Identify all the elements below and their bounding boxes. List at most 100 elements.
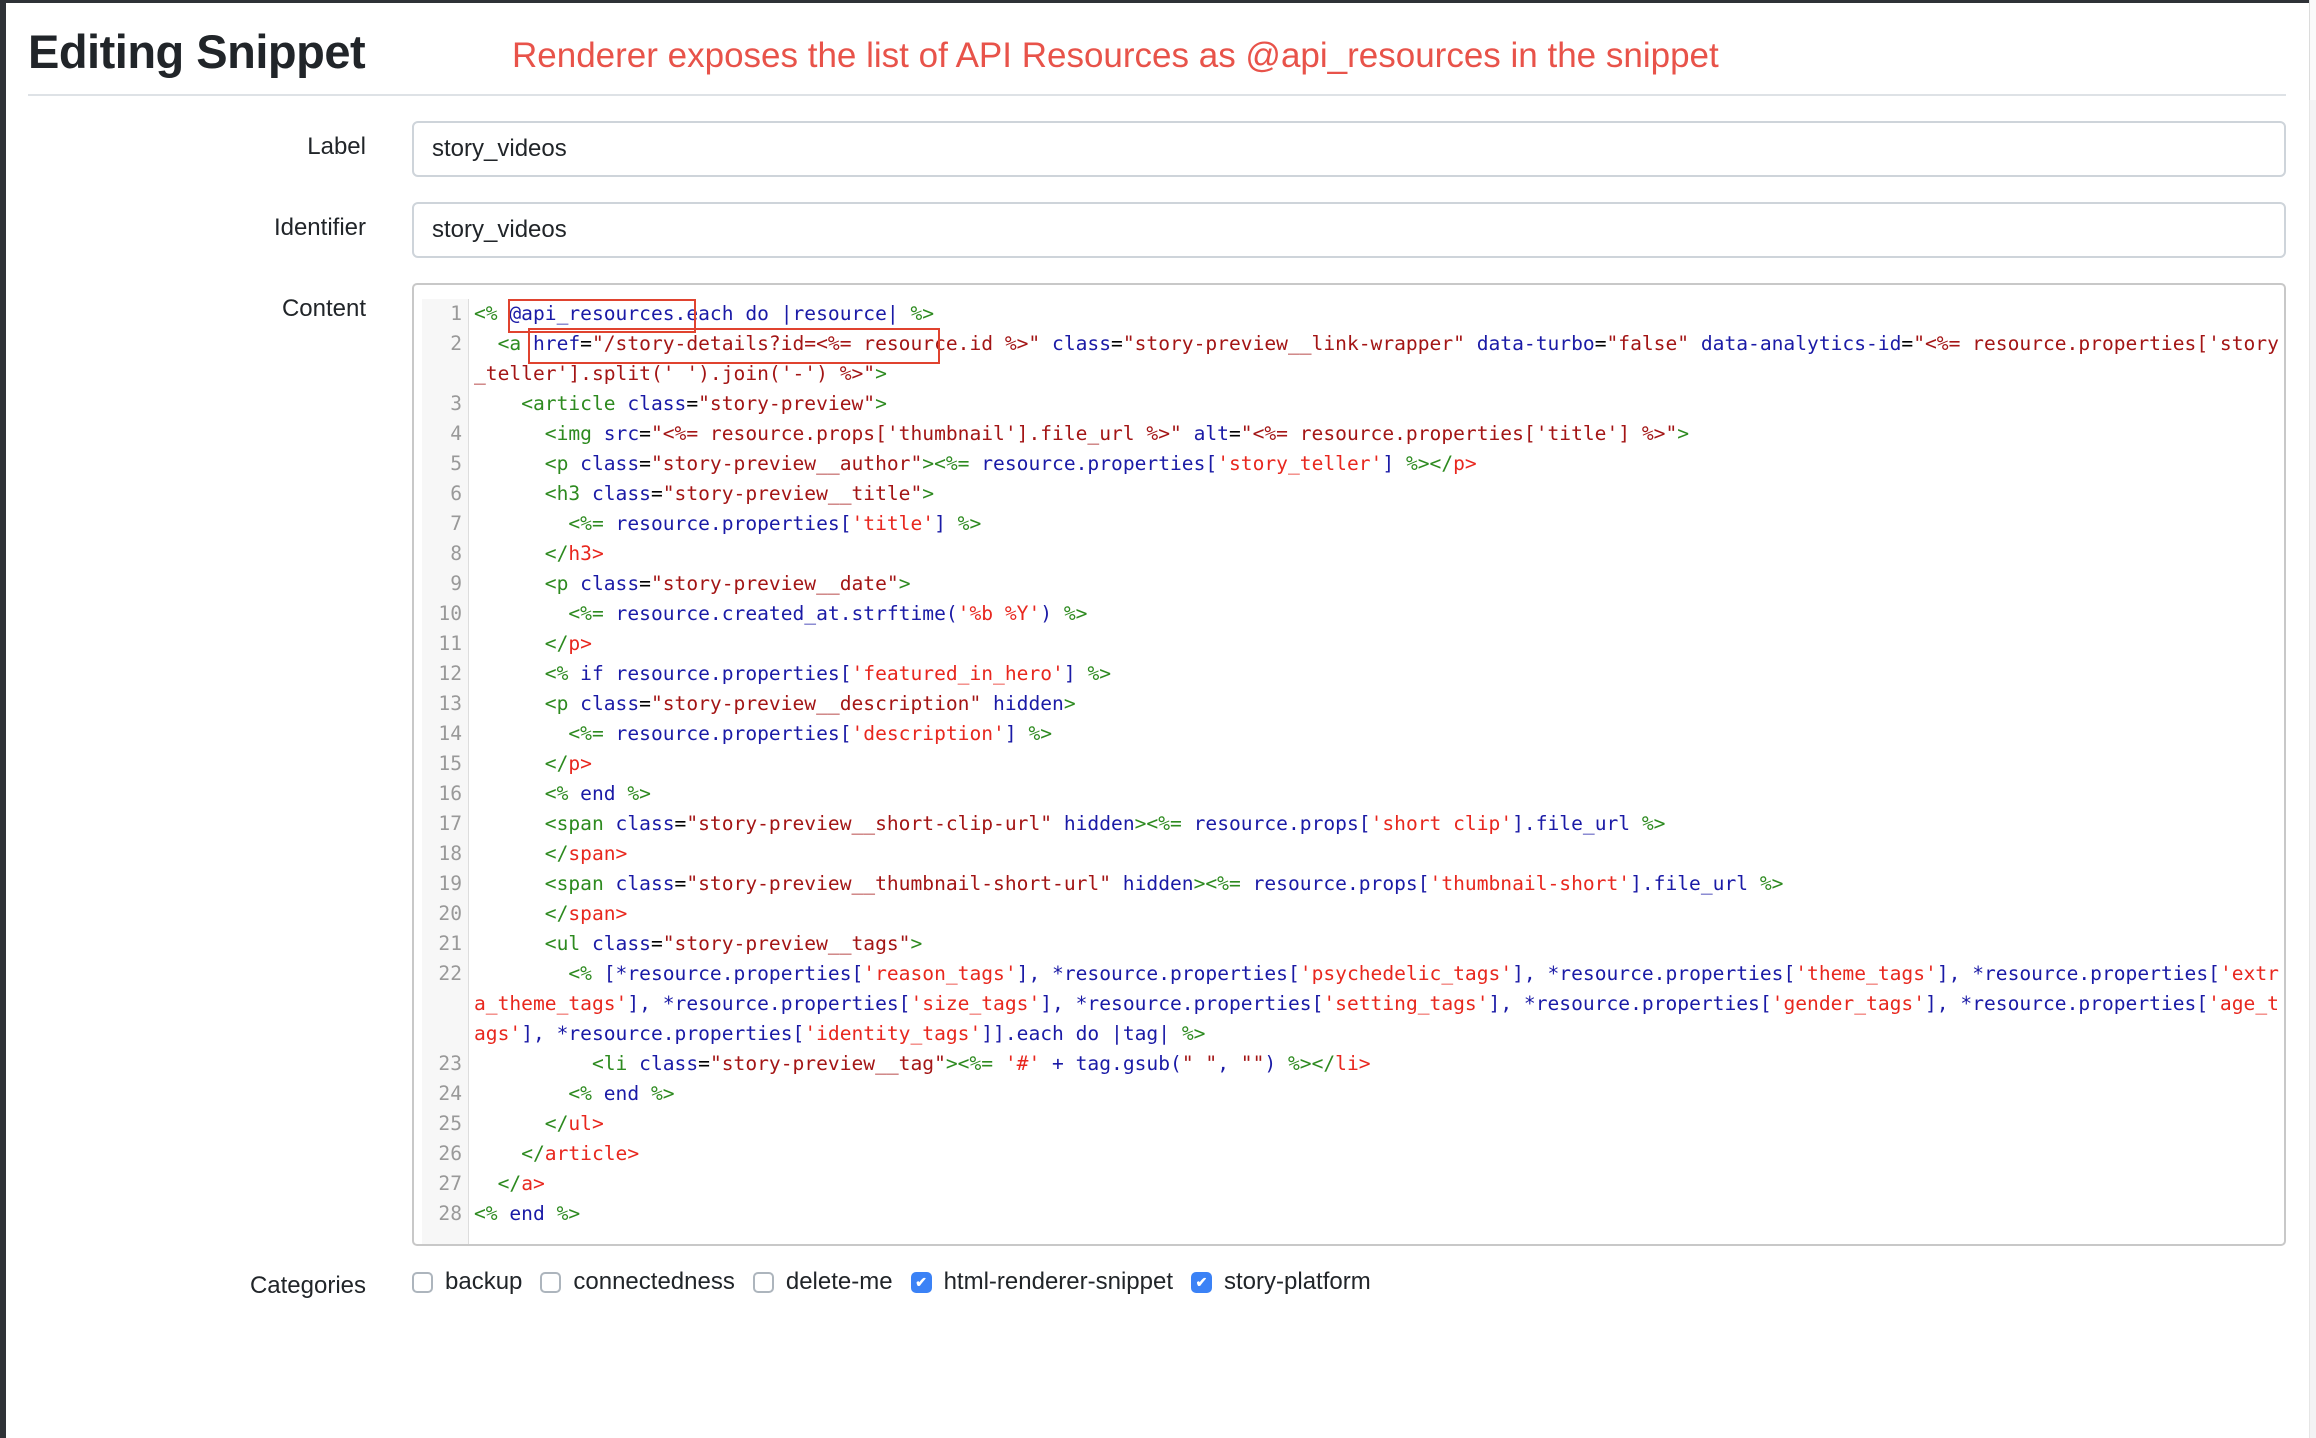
code-token: > bbox=[945, 1052, 958, 1075]
code-line[interactable]: 19 <span class="story-preview__thumbnail… bbox=[422, 869, 2284, 899]
code-token: %> bbox=[1641, 812, 1666, 835]
code-token: "story-preview__thumbnail-short-url" bbox=[686, 872, 1112, 895]
code-token: = bbox=[580, 332, 592, 355]
code-token: </ bbox=[497, 1172, 522, 1195]
code-token: 'thumbnail-short' bbox=[1429, 872, 1631, 895]
line-number: 4 bbox=[450, 422, 462, 445]
line-number: 17 bbox=[438, 812, 462, 835]
code-token: resource.properties[ bbox=[603, 512, 852, 535]
code-token: ].file_url bbox=[1630, 872, 1760, 895]
code-line[interactable]: 15 </p> bbox=[422, 749, 2284, 779]
code-line[interactable]: 27 </a> bbox=[422, 1169, 2284, 1199]
code-token: %> bbox=[957, 512, 982, 535]
code-line[interactable]: 6 <h3 class="story-preview__title"> bbox=[422, 479, 2284, 509]
code-line[interactable]: 9 <p class="story-preview__date"> bbox=[422, 569, 2284, 599]
code-token: "story-preview__author" bbox=[650, 452, 923, 475]
label-input[interactable] bbox=[412, 121, 2286, 177]
code-token: %> bbox=[910, 302, 935, 325]
code-token: hidden bbox=[1052, 812, 1135, 835]
code-line[interactable]: 1 <% @api_resources.each do |resource| %> bbox=[422, 299, 2284, 329]
identifier-input[interactable] bbox=[412, 202, 2286, 258]
code-token: class bbox=[568, 452, 640, 475]
code-line[interactable]: 13 <p class="story-preview__description"… bbox=[422, 689, 2284, 719]
code-text: <span class="story-preview__short-clip-u… bbox=[468, 809, 2284, 839]
code-line[interactable]: 3 <article class="story-preview"> bbox=[422, 389, 2284, 419]
code-text: <% end %> bbox=[468, 779, 2284, 809]
code-line[interactable]: 23 <li class="story-preview__tag"><%= '#… bbox=[422, 1049, 2284, 1079]
code-token: </ bbox=[544, 1112, 569, 1135]
code-token: = bbox=[1901, 332, 1914, 355]
checkbox-unchecked-icon[interactable] bbox=[412, 1271, 433, 1293]
code-line[interactable]: 20 </span> bbox=[422, 899, 2284, 929]
code-token: > bbox=[910, 932, 923, 955]
code-line[interactable]: 22 <% [*resource.properties['reason_tags… bbox=[422, 959, 2284, 1049]
code-line[interactable]: 28 <% end %> bbox=[422, 1199, 2284, 1229]
code-token: 'setting_tags' bbox=[1323, 992, 1489, 1015]
code-text: </span> bbox=[468, 839, 2284, 869]
category-checkbox-html-renderer-snippet[interactable]: ✔ html-renderer-snippet bbox=[910, 1268, 1173, 1296]
code-token: > bbox=[898, 572, 911, 595]
code-line[interactable]: 14 <%= resource.properties['description'… bbox=[422, 719, 2284, 749]
code-text: <img src="<%= resource.props['thumbnail'… bbox=[468, 419, 2284, 449]
checkbox-checked-icon[interactable]: ✔ bbox=[1191, 1271, 1213, 1293]
code-token: "story-preview__short-clip-url" bbox=[686, 812, 1053, 835]
code-token: <% bbox=[544, 662, 569, 685]
code-token: ul> bbox=[568, 1112, 604, 1135]
category-checkbox-connectedness[interactable]: connectedness bbox=[540, 1268, 735, 1296]
code-token: = bbox=[650, 932, 663, 955]
code-text: <h3 class="story-preview__title"> bbox=[468, 479, 2284, 509]
category-checkbox-story-platform[interactable]: ✔ story-platform bbox=[1191, 1268, 1371, 1296]
code-line[interactable]: 5 <p class="story-preview__author"><%= r… bbox=[422, 449, 2284, 479]
code-token: hidden bbox=[1111, 872, 1194, 895]
code-line[interactable]: 12 <% if resource.properties['featured_i… bbox=[422, 659, 2284, 689]
code-token: ]].each do |tag| bbox=[981, 1022, 1182, 1045]
code-line[interactable]: 2 <a href="/story-details?id=<%= resourc… bbox=[422, 329, 2284, 389]
code-token: </ bbox=[1311, 1052, 1336, 1075]
editor-code-area[interactable]: 1 <% @api_resources.each do |resource| %>… bbox=[422, 299, 2284, 1244]
code-line[interactable]: 4 <img src="<%= resource.props['thumbnai… bbox=[422, 419, 2284, 449]
code-token: <%= bbox=[1146, 812, 1182, 835]
code-text: </p> bbox=[468, 629, 2284, 659]
code-line[interactable]: 8 </h3> bbox=[422, 539, 2284, 569]
code-line[interactable]: 10 <%= resource.created_at.strftime('%b … bbox=[422, 599, 2284, 629]
code-token: = bbox=[639, 422, 651, 445]
code-line[interactable]: 18 </span> bbox=[422, 839, 2284, 869]
code-line[interactable]: 25 </ul> bbox=[422, 1109, 2284, 1139]
line-number: 13 bbox=[438, 692, 462, 715]
code-line[interactable]: 16 <% end %> bbox=[422, 779, 2284, 809]
category-checkbox-delete-me[interactable]: delete-me bbox=[752, 1268, 893, 1296]
code-token: p> bbox=[568, 632, 592, 655]
code-line[interactable]: 21 <ul class="story-preview__tags"> bbox=[422, 929, 2284, 959]
page-scrollbar-thumb[interactable] bbox=[2309, 0, 2316, 100]
code-token: '%b %Y' bbox=[957, 602, 1041, 625]
line-number: 25 bbox=[438, 1112, 462, 1135]
code-line[interactable]: 26 </article> bbox=[422, 1139, 2284, 1169]
code-token: <img bbox=[544, 422, 592, 445]
code-token: end bbox=[497, 1202, 557, 1225]
code-text: </h3> bbox=[468, 539, 2284, 569]
category-checkbox-backup[interactable]: backup bbox=[412, 1268, 522, 1296]
code-token: p> bbox=[568, 752, 592, 775]
code-token: 'gender_tags' bbox=[1771, 992, 1926, 1015]
checkbox-unchecked-icon[interactable] bbox=[540, 1271, 562, 1293]
content-code-editor[interactable]: 1 <% @api_resources.each do |resource| %>… bbox=[412, 283, 2286, 1246]
code-line[interactable]: 17 <span class="story-preview__short-cli… bbox=[422, 809, 2284, 839]
categories-checkbox-group: backup connectedness delete-me ✔ html-render… bbox=[412, 1268, 1389, 1296]
annotation-note: Renderer exposes the list of API Resourc… bbox=[512, 36, 1719, 75]
code-token: > bbox=[875, 362, 887, 385]
code-token: <% bbox=[474, 302, 498, 325]
page-scrollbar[interactable] bbox=[2309, 0, 2316, 1438]
checkbox-unchecked-icon[interactable] bbox=[752, 1271, 774, 1293]
code-token: h3> bbox=[568, 542, 604, 565]
line-number: 20 bbox=[438, 902, 462, 925]
code-line[interactable]: 11 </p> bbox=[422, 629, 2284, 659]
code-line[interactable]: 24 <% end %> bbox=[422, 1079, 2284, 1109]
code-line[interactable]: 7 <%= resource.properties['title'] %> bbox=[422, 509, 2284, 539]
code-token: %> bbox=[556, 1202, 581, 1225]
checkbox-checked-icon[interactable]: ✔ bbox=[910, 1271, 932, 1293]
